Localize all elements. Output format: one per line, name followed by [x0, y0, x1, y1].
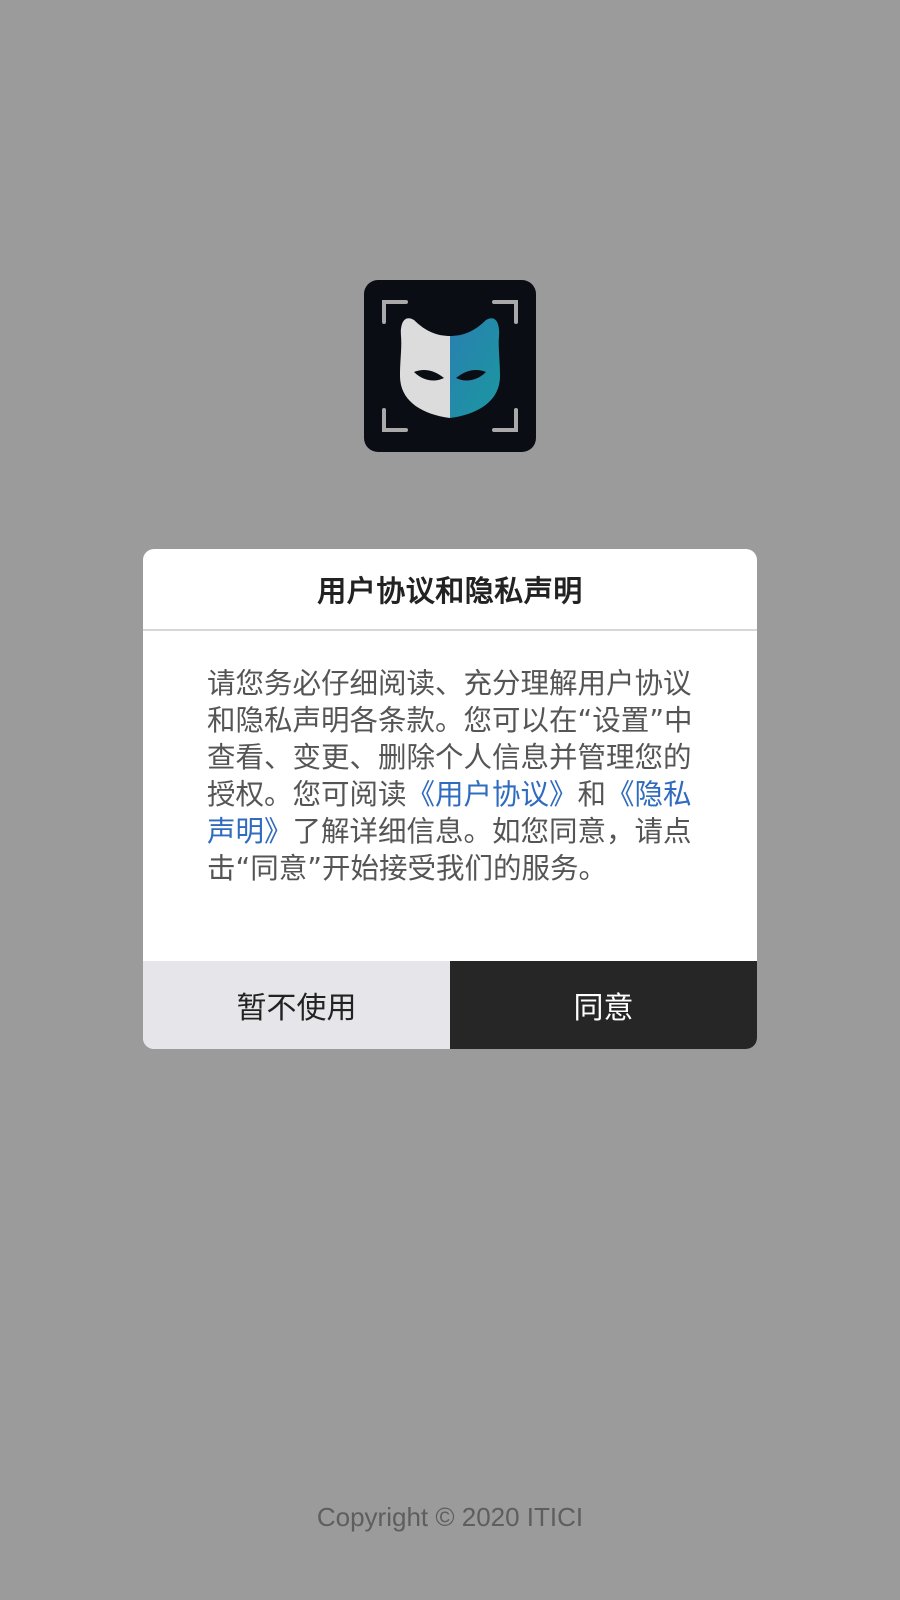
dialog-body-text: 请您务必仔细阅读、充分理解用户协议和隐私声明各条款。您可以在“设置”中查看、变更…	[207, 665, 697, 887]
privacy-consent-dialog: 用户协议和隐私声明 请您务必仔细阅读、充分理解用户协议和隐私声明各条款。您可以在…	[143, 549, 757, 1049]
cat-mask-icon	[382, 300, 518, 432]
decline-button[interactable]: 暂不使用	[143, 961, 450, 1049]
agree-button[interactable]: 同意	[450, 961, 757, 1049]
dialog-title: 用户协议和隐私声明	[317, 574, 583, 608]
copyright-text: Copyright © 2020 ITICI	[316, 1502, 584, 1532]
dialog-header: 用户协议和隐私声明	[143, 549, 757, 631]
body-text-and: 和	[577, 778, 607, 811]
user-agreement-link[interactable]: 《用户协议》	[407, 778, 578, 811]
dialog-button-bar: 暂不使用 同意	[143, 961, 757, 1049]
app-logo-icon	[364, 280, 536, 452]
